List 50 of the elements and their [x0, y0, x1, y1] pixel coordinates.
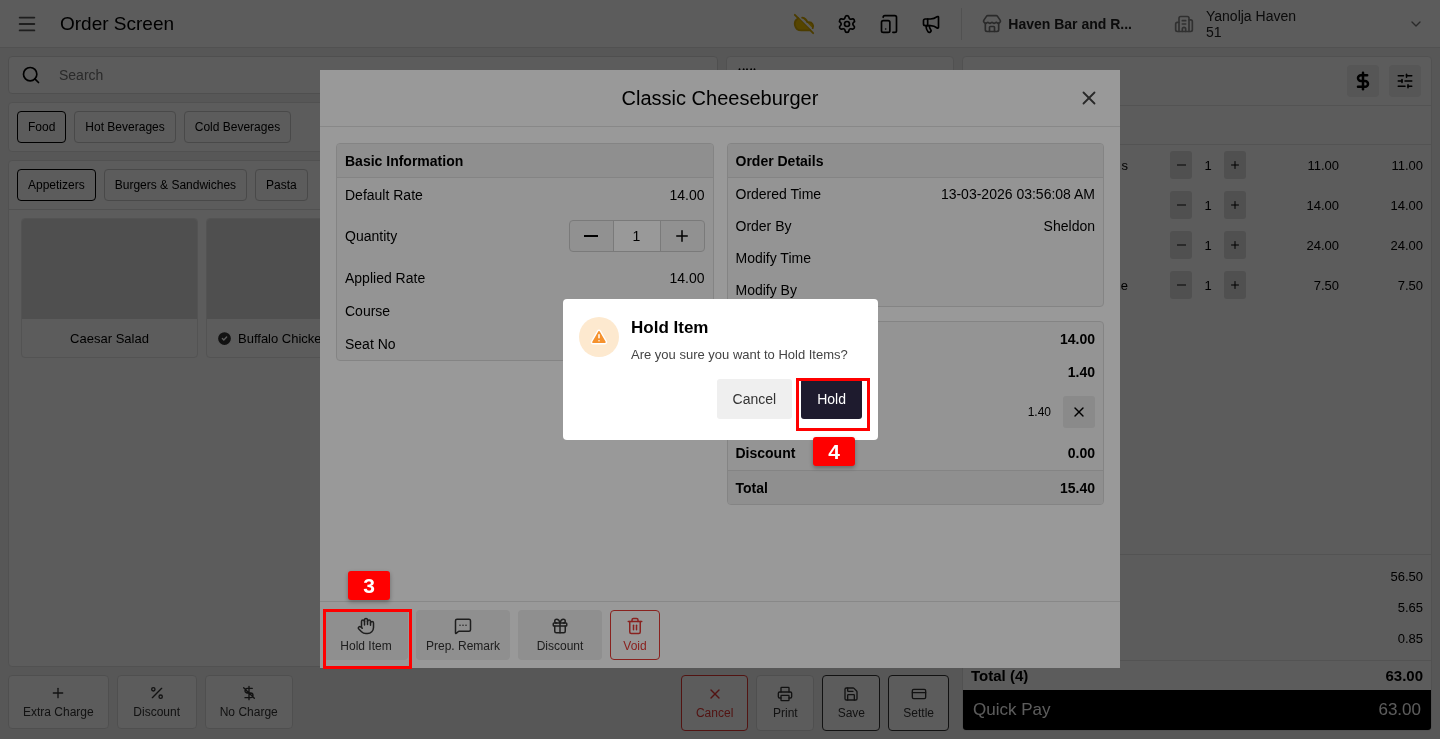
summary-value: 0.85 [1397, 631, 1423, 646]
quantity-value: 1 [1203, 277, 1213, 293]
quantity-value: 1 [1203, 157, 1213, 173]
menu-item-name: Caesar Salad [70, 330, 149, 346]
amount-value: 0.00 [1067, 445, 1095, 461]
menu-item-name: Buffalo Chicke [238, 330, 322, 346]
page-title: Order Screen [60, 12, 176, 35]
rate-cell-text: 7.50 [1312, 277, 1339, 293]
field-label: Default Rate [345, 186, 423, 203]
amount-cell-text: 24.00 [1389, 237, 1423, 253]
amount-value: 1.40 [1027, 405, 1051, 419]
quantity-value: 1 [612, 221, 661, 251]
summary-value: 5.65 [1397, 600, 1423, 615]
field-label: Total [735, 479, 768, 496]
field-label: Ordered Time [735, 186, 822, 202]
card-title: Basic Information [345, 152, 464, 169]
order-item-name: e [1120, 277, 1128, 293]
amount-value: 15.40 [1059, 479, 1095, 496]
quantity-value: 1 [1203, 197, 1213, 213]
quick-pay-amount: 63.00 [1378, 700, 1421, 720]
field-label: Order By [735, 218, 792, 234]
field-label: Discount [735, 445, 796, 461]
rate-cell-text: 14.00 [1305, 197, 1339, 213]
amount-cell-text: 14.00 [1389, 197, 1423, 213]
quick-pay-label: Quick Pay [973, 700, 1051, 720]
user-code: 51 [1205, 23, 1222, 40]
field-label: Modify By [735, 282, 797, 298]
field-value: 13-03-2026 03:56:08 AM [940, 186, 1095, 202]
total-value: 63.00 [1385, 667, 1423, 684]
quantity-value: 1 [1203, 237, 1213, 253]
card-title: Order Details [735, 152, 824, 169]
dialog-title: Classic Cheeseburger [621, 86, 819, 110]
field-value: Sheldon [1043, 218, 1095, 234]
summary-value: 56.50 [1390, 569, 1423, 584]
amount-cell-text: 11.00 [1390, 157, 1423, 173]
order-item-name: s [1121, 157, 1128, 173]
step-badge: 4 [813, 437, 855, 466]
step-badge: 3 [348, 571, 390, 600]
user-name: Yanolja Haven [1205, 7, 1296, 24]
confirm-message: Are you sure you want to Hold Items? [631, 347, 849, 362]
field-value: 14.00 [669, 269, 705, 286]
field-label: Modify Time [735, 250, 811, 266]
amount-value: 1.40 [1067, 363, 1095, 380]
confirm-title: Hold Item [631, 318, 710, 338]
field-value: 14.00 [669, 186, 705, 203]
rate-cell-text: 24.00 [1305, 237, 1339, 253]
total-label: Total (4) [971, 667, 1029, 684]
rate-cell-text: 11.00 [1306, 157, 1339, 173]
amount-value: 14.00 [1059, 330, 1095, 347]
amount-cell-text: 7.50 [1396, 277, 1423, 293]
